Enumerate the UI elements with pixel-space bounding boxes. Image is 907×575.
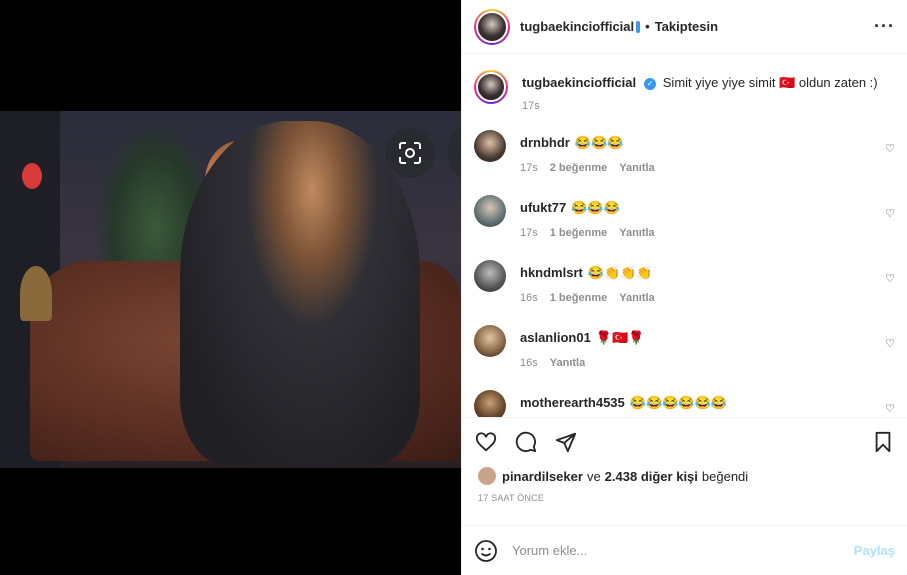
post-media-panel bbox=[0, 0, 461, 575]
reply-button[interactable]: Yanıtla bbox=[550, 357, 585, 369]
comment-time[interactable]: 17s bbox=[520, 227, 538, 239]
emoji-icon[interactable] bbox=[474, 539, 498, 563]
liker-username[interactable]: pinardilseker bbox=[502, 469, 583, 484]
caption-time[interactable]: 17s bbox=[522, 100, 540, 112]
save-button[interactable] bbox=[871, 430, 895, 454]
like-comment-icon[interactable]: ♡ bbox=[885, 142, 895, 155]
comment-likes[interactable]: 1 beğenme bbox=[550, 227, 607, 239]
visual-search-button[interactable] bbox=[385, 128, 435, 178]
commenter-avatar[interactable] bbox=[474, 325, 506, 357]
header-separator: • bbox=[645, 19, 650, 34]
add-comment-bar: Paylaş bbox=[462, 525, 907, 575]
photo-balloon bbox=[22, 163, 42, 189]
comment-item: motherearth4535 😂😂😂😂😂😂 ♡ bbox=[474, 390, 895, 417]
photo-lamp bbox=[20, 266, 52, 321]
follow-status[interactable]: Takiptesin bbox=[655, 19, 718, 34]
caption-avatar[interactable] bbox=[474, 70, 508, 104]
comment-icon bbox=[515, 431, 537, 452]
commenter-username[interactable]: motherearth4535 bbox=[520, 395, 625, 410]
comment-text: 😂😂😂 bbox=[574, 135, 624, 150]
comment-item: ufukt77 😂😂😂 17s 1 beğenme Yanıtla ♡ bbox=[474, 195, 895, 260]
comment-item: aslanlion01 🌹🇹🇷🌹 16s Yanıtla ♡ bbox=[474, 325, 895, 390]
likes-summary: pinardilseker ve 2.438 diğer kişi beğend… bbox=[462, 465, 907, 487]
commenter-username[interactable]: hkndmlsrt bbox=[520, 265, 583, 280]
comment-text: 😂👏👏👏 bbox=[587, 265, 653, 280]
photo-person bbox=[180, 121, 420, 466]
like-button[interactable] bbox=[474, 430, 498, 454]
comment-text: 😂😂😂😂😂😂 bbox=[629, 395, 727, 410]
commenter-username[interactable]: drnbhdr bbox=[520, 135, 570, 150]
comment-time[interactable]: 16s bbox=[520, 357, 538, 369]
comment-input[interactable] bbox=[512, 543, 854, 558]
bookmark-icon bbox=[875, 431, 891, 452]
post-actions-bar bbox=[462, 417, 907, 465]
reply-button[interactable]: Yanıtla bbox=[619, 292, 654, 304]
comments-list[interactable]: tugbaekinciofficial ✓ Simit yiye yiye sim… bbox=[462, 54, 907, 417]
post-side-panel: tugbaekinciofficial • Takiptesin ··· tug… bbox=[461, 0, 907, 575]
commenter-avatar[interactable] bbox=[474, 260, 506, 292]
caption-text: Simit yiye yiye simit 🇹🇷 oldun zaten :) bbox=[662, 75, 878, 90]
post-modal: tugbaekinciofficial • Takiptesin ··· tug… bbox=[0, 0, 907, 575]
likes-connector: ve bbox=[586, 468, 601, 484]
caption-username[interactable]: tugbaekinciofficial bbox=[522, 75, 636, 90]
post-header: tugbaekinciofficial • Takiptesin ··· bbox=[462, 0, 907, 54]
author-username[interactable]: tugbaekinciofficial bbox=[520, 19, 634, 34]
comment-likes[interactable]: 2 beğenme bbox=[550, 162, 607, 174]
commenter-avatar[interactable] bbox=[474, 195, 506, 227]
verified-icon bbox=[636, 20, 641, 33]
author-avatar[interactable] bbox=[474, 8, 510, 45]
commenter-username[interactable]: ufukt77 bbox=[520, 200, 566, 215]
post-caption: tugbaekinciofficial ✓ Simit yiye yiye sim… bbox=[474, 70, 895, 118]
commenter-avatar[interactable] bbox=[474, 130, 506, 162]
like-comment-icon[interactable]: ♡ bbox=[885, 207, 895, 220]
comment-item: drnbhdr 😂😂😂 17s 2 beğenme Yanıtla ♡ bbox=[474, 130, 895, 195]
comment-likes[interactable]: 1 beğenme bbox=[550, 292, 607, 304]
more-options-icon[interactable]: ··· bbox=[874, 16, 895, 37]
liker-avatar[interactable] bbox=[478, 467, 496, 485]
comment-text: 😂😂😂 bbox=[571, 200, 620, 215]
likes-suffix: beğendi bbox=[701, 468, 749, 484]
scan-icon bbox=[399, 142, 421, 164]
like-comment-icon[interactable]: ♡ bbox=[885, 337, 895, 350]
commenter-avatar[interactable] bbox=[474, 390, 506, 417]
likes-others[interactable]: 2.438 diğer kişi bbox=[605, 469, 698, 484]
like-comment-icon[interactable]: ♡ bbox=[885, 272, 895, 285]
comment-time[interactable]: 17s bbox=[520, 162, 538, 174]
comment-item: hkndmlsrt 😂👏👏👏 16s 1 beğenme Yanıtla ♡ bbox=[474, 260, 895, 325]
heart-icon bbox=[475, 431, 497, 451]
post-comment-button[interactable]: Paylaş bbox=[854, 543, 895, 558]
post-timestamp[interactable]: 17 SAAT ÖNCE bbox=[462, 487, 907, 515]
comment-time[interactable]: 16s bbox=[520, 292, 538, 304]
send-icon bbox=[555, 432, 577, 452]
reply-button[interactable]: Yanıtla bbox=[619, 162, 654, 174]
commenter-username[interactable]: aslanlion01 bbox=[520, 330, 591, 345]
share-button[interactable] bbox=[554, 430, 578, 454]
comment-text: 🌹🇹🇷🌹 bbox=[595, 330, 645, 345]
comment-button[interactable] bbox=[514, 430, 538, 454]
verified-icon: ✓ bbox=[644, 77, 657, 90]
reply-button[interactable]: Yanıtla bbox=[619, 227, 654, 239]
like-comment-icon[interactable]: ♡ bbox=[885, 402, 895, 415]
